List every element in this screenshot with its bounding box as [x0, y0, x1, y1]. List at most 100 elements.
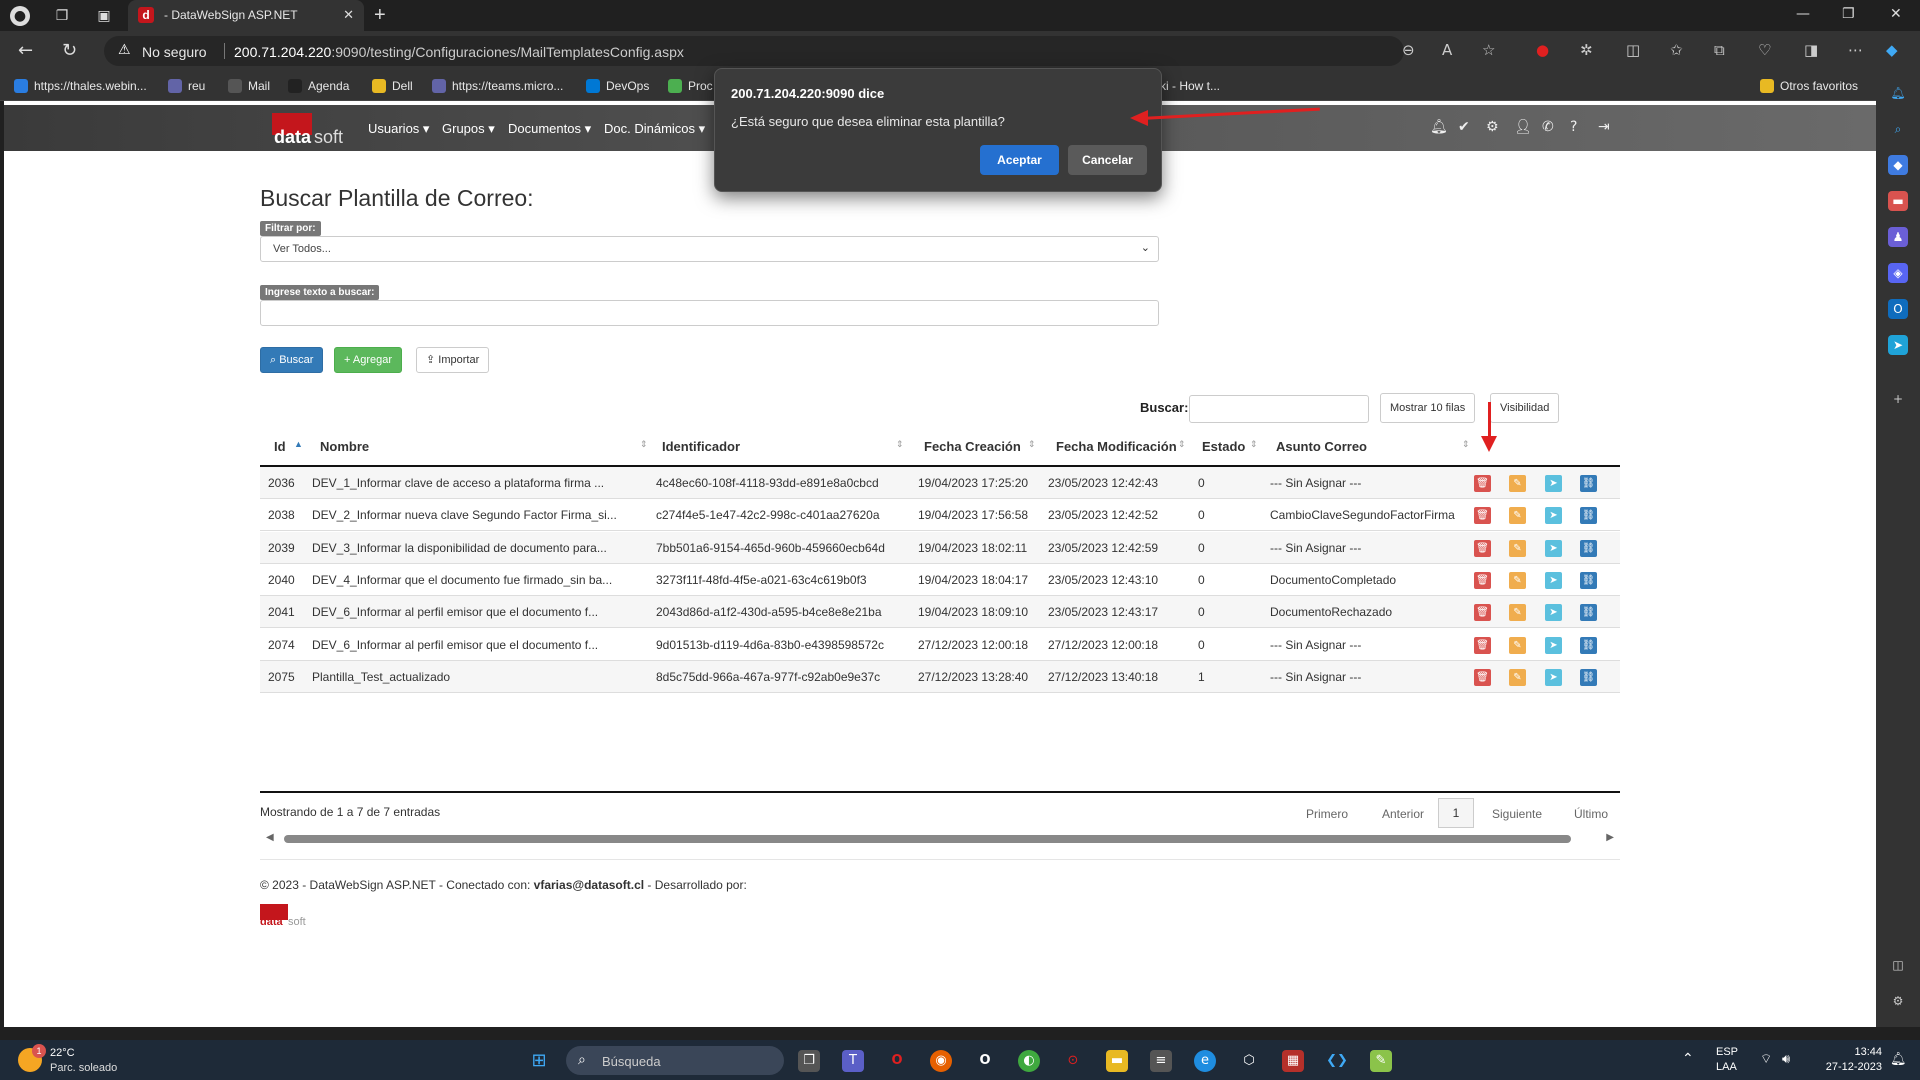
pager-next[interactable]: Siguiente — [1492, 807, 1542, 821]
link-icon[interactable]: ⛓ — [1580, 604, 1597, 622]
new-tab-icon[interactable]: + — [374, 4, 386, 27]
delete-icon[interactable]: 🗑︎ — [1474, 571, 1491, 589]
hide-sidebar-icon[interactable]: ◫ — [1888, 955, 1908, 975]
lang-layout[interactable]: LAA — [1716, 1061, 1737, 1073]
edit-icon[interactable]: ✎ — [1509, 604, 1526, 622]
dialog-cancel-button[interactable]: Cancelar — [1068, 145, 1147, 175]
scroll-thumb[interactable] — [284, 835, 1571, 843]
col-nombre[interactable]: Nombre — [320, 439, 369, 454]
restore-icon[interactable]: ❐ — [1842, 6, 1855, 22]
edge-icon[interactable]: e — [1194, 1050, 1216, 1072]
favorite-item[interactable]: https://teams.micro... — [432, 79, 563, 93]
profile-icon[interactable]: ● — [10, 6, 30, 26]
sort-icon[interactable]: ⇕ — [896, 439, 904, 450]
send-icon[interactable]: ➤ — [1888, 335, 1908, 355]
sort-asc-icon[interactable]: ▲ — [294, 439, 303, 449]
search-icon[interactable]: ⌕ — [1888, 119, 1908, 139]
security-label[interactable]: No seguro — [142, 44, 207, 60]
add-sidebar-icon[interactable]: + — [1888, 389, 1908, 409]
link-icon[interactable]: ⛓ — [1580, 571, 1597, 589]
pager-last[interactable]: Último — [1574, 807, 1608, 821]
edit-icon[interactable]: ✎ — [1509, 475, 1526, 492]
clock-time[interactable]: 13:44 — [1826, 1046, 1882, 1058]
games-icon[interactable]: ♟ — [1888, 227, 1908, 247]
delete-icon[interactable]: 🗑︎ — [1474, 604, 1491, 622]
back-icon[interactable]: ← — [18, 40, 33, 61]
table-row[interactable]: 2041 DEV_6_Informar al perfil emisor que … — [260, 596, 1620, 629]
opera-browser-icon[interactable]: ⊙ — [1062, 1050, 1084, 1072]
sort-icon[interactable]: ⇕ — [1462, 439, 1470, 450]
minimize-icon[interactable]: — — [1796, 6, 1810, 22]
table-search-input[interactable] — [1189, 395, 1369, 423]
app-green-icon[interactable]: ◐ — [1018, 1050, 1040, 1072]
import-button[interactable]: ⇪ Importar — [416, 347, 490, 373]
col-asunto-correo[interactable]: Asunto Correo — [1276, 439, 1367, 454]
table-row[interactable]: 2075 Plantilla_Test_actualizado 8d5c75dd-9… — [260, 660, 1620, 693]
extension-red-icon[interactable]: ● — [1536, 41, 1549, 59]
workspaces-icon[interactable]: ❐ — [52, 6, 72, 26]
close-tab-icon[interactable]: ✕ — [343, 7, 354, 23]
link-icon[interactable]: ⛓ — [1580, 668, 1597, 686]
scroll-right-icon[interactable]: ▶ — [1606, 832, 1614, 843]
delete-icon[interactable]: 🗑︎ — [1474, 668, 1491, 686]
sidebar-settings-icon[interactable]: ⚙ — [1888, 991, 1908, 1011]
notification-icon[interactable]: 🔔︎ — [1888, 83, 1908, 103]
send-icon[interactable]: ➤ — [1545, 475, 1562, 492]
edit-icon[interactable]: ✎ — [1509, 507, 1526, 525]
send-icon[interactable]: ➤ — [1545, 604, 1562, 622]
delete-icon[interactable]: 🗑︎ — [1474, 539, 1491, 557]
edit-icon[interactable]: ✎ — [1509, 636, 1526, 654]
url-box[interactable]: ⚠ No seguro 200.71.204.220:9090/testing/… — [104, 36, 1404, 66]
app-cube-icon[interactable]: ⬡ — [1238, 1050, 1260, 1072]
col-id[interactable]: Id — [274, 439, 286, 454]
read-aloud-icon[interactable]: A — [1442, 41, 1452, 59]
sort-icon[interactable]: ⇕ — [1250, 439, 1258, 450]
delete-icon[interactable]: 🗑︎ — [1474, 507, 1491, 525]
visibility-button[interactable]: Visibilidad — [1490, 393, 1560, 423]
sort-icon[interactable]: ⇕ — [640, 439, 648, 450]
app-icon[interactable]: ≡ — [1150, 1050, 1172, 1072]
opera-icon[interactable]: O — [886, 1050, 908, 1072]
col-fecha-modificacion[interactable]: Fecha Modificación — [1056, 439, 1177, 454]
notepad-icon[interactable]: ✎ — [1370, 1050, 1392, 1072]
dialog-accept-button[interactable]: Aceptar — [980, 145, 1059, 175]
send-icon[interactable]: ➤ — [1545, 539, 1562, 557]
extensions-icon[interactable]: ✲ — [1580, 41, 1593, 59]
taskbar-search[interactable]: ⌕ Búsqueda — [566, 1046, 784, 1075]
scroll-left-icon[interactable]: ◀ — [266, 832, 274, 843]
favorite-item[interactable]: Mail — [228, 79, 270, 93]
sort-icon[interactable]: ⇕ — [1028, 439, 1036, 450]
favorite-item[interactable]: DevOps — [586, 79, 649, 93]
split-screen-icon[interactable]: ◫ — [1626, 41, 1640, 59]
favorite-item[interactable]: reu — [168, 79, 205, 93]
edit-icon[interactable]: ✎ — [1509, 539, 1526, 557]
send-icon[interactable]: ➤ — [1545, 668, 1562, 686]
weather-temp[interactable]: 22°C — [50, 1047, 75, 1059]
refresh-icon[interactable]: ↻ — [62, 40, 77, 61]
opera-gx-icon[interactable]: O — [974, 1050, 996, 1072]
delete-icon[interactable]: 🗑︎ — [1474, 475, 1491, 492]
footer-datasoft-logo[interactable]: data soft — [260, 904, 320, 930]
favorite-item[interactable]: ki - How t... — [1160, 79, 1220, 93]
url-text[interactable]: 200.71.204.220:9090/testing/Configuracio… — [234, 44, 684, 60]
collections-icon[interactable]: ⧉ — [1714, 41, 1725, 59]
favorite-item[interactable]: Agenda — [288, 79, 349, 93]
table-row[interactable]: 2039 DEV_3_Informar la disponibilidad de … — [260, 531, 1620, 564]
pager-prev[interactable]: Anterior — [1382, 807, 1424, 821]
favorites-icon[interactable]: ✩ — [1670, 41, 1683, 59]
more-icon[interactable]: ⋯ — [1848, 41, 1863, 59]
link-icon[interactable]: ⛓ — [1580, 507, 1597, 525]
table-row[interactable]: 2036 DEV_1_Informar clave de acceso a pla… — [260, 467, 1620, 499]
horizontal-scrollbar[interactable]: ◀ ▶ — [260, 831, 1620, 845]
outlook-icon[interactable]: O — [1888, 299, 1908, 319]
tools-icon[interactable]: ▬ — [1888, 191, 1908, 211]
edit-icon[interactable]: ✎ — [1509, 668, 1526, 686]
link-icon[interactable]: ⛓ — [1580, 475, 1597, 492]
lang-code[interactable]: ESP — [1716, 1046, 1738, 1058]
warning-icon[interactable]: ⚠ — [118, 42, 131, 58]
task-view-icon[interactable]: ❐ — [798, 1050, 820, 1072]
search-button[interactable]: ⌕ Buscar — [260, 347, 324, 373]
wifi-icon[interactable]: ⌔ — [1760, 1051, 1772, 1067]
browser-tab-active[interactable]: d - DataWebSign ASP.NET ✕ — [128, 0, 364, 31]
table-row[interactable]: 2074 DEV_6_Informar al perfil emisor que … — [260, 629, 1620, 661]
